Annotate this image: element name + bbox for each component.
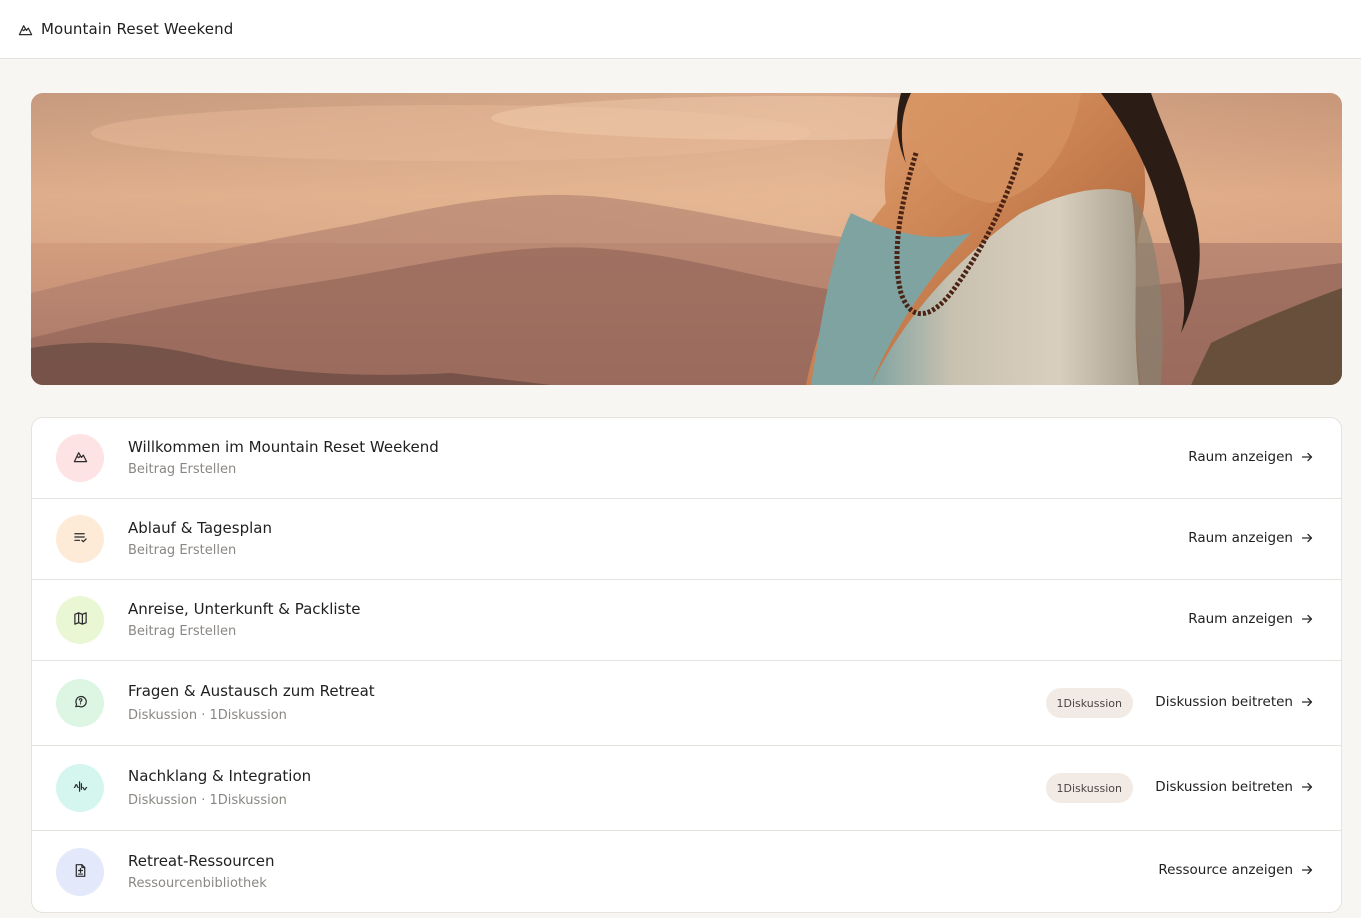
space-icon-circle (56, 848, 104, 896)
space-subtitle: Beitrag Erstellen (128, 624, 237, 639)
view-space-button[interactable]: Raum anzeigen (1188, 449, 1313, 465)
mountain-icon (73, 449, 88, 468)
arrow-right-icon (1301, 864, 1313, 876)
spaces-list: Willkommen im Mountain Reset Weekend Bei… (31, 417, 1342, 913)
space-text: Fragen & Austausch zum Retreat Diskussio… (128, 682, 375, 724)
view-resource-button[interactable]: Ressource anzeigen (1158, 862, 1313, 878)
space-title: Nachklang & Integration (128, 767, 312, 785)
space-row-ressourcen[interactable]: Retreat-Ressourcen Ressourcenbibliothek … (32, 831, 1341, 912)
discussion-count-badge: 1Diskussion (1045, 688, 1133, 718)
view-space-button[interactable]: Raum anzeigen (1188, 611, 1313, 627)
space-icon-circle (56, 679, 104, 727)
view-space-button[interactable]: Raum anzeigen (1188, 530, 1313, 546)
join-discussion-button[interactable]: Diskussion beitreten (1155, 694, 1313, 710)
space-text: Nachklang & Integration Diskussion · 1Di… (128, 767, 311, 809)
action-label: Raum anzeigen (1188, 449, 1293, 465)
action-label: Raum anzeigen (1188, 530, 1293, 546)
action-label: Raum anzeigen (1188, 611, 1293, 627)
arrow-right-icon (1301, 696, 1313, 708)
discussion-count-badge: 1Diskussion (1045, 773, 1133, 803)
space-text: Retreat-Ressourcen Ressourcenbibliothek (128, 852, 275, 892)
file-document-icon (73, 863, 88, 882)
space-title: Retreat-Ressourcen (128, 852, 275, 870)
mountain-icon (18, 22, 33, 37)
space-subtitle: Diskussion · 1Diskussion (128, 793, 287, 808)
space-subtitle: Ressourcenbibliothek (128, 876, 267, 891)
action-label: Diskussion beitreten (1155, 779, 1293, 795)
message-question-icon (73, 694, 88, 713)
action-label: Diskussion beitreten (1155, 694, 1293, 710)
join-discussion-button[interactable]: Diskussion beitreten (1155, 779, 1313, 795)
space-text: Anreise, Unterkunft & Packliste Beitrag … (128, 600, 360, 640)
space-icon-circle (56, 596, 104, 644)
space-title: Willkommen im Mountain Reset Weekend (128, 438, 439, 456)
arrow-right-icon (1301, 451, 1313, 463)
space-row-willkommen[interactable]: Willkommen im Mountain Reset Weekend Bei… (32, 418, 1341, 499)
space-title: Fragen & Austausch zum Retreat (128, 682, 375, 700)
space-text: Willkommen im Mountain Reset Weekend Bei… (128, 438, 439, 478)
arrow-right-icon (1301, 532, 1313, 544)
space-subtitle: Beitrag Erstellen (128, 543, 237, 558)
map-icon (73, 611, 88, 630)
app-title: Mountain Reset Weekend (41, 20, 234, 38)
space-title: Anreise, Unterkunft & Packliste (128, 600, 361, 618)
arrow-right-icon (1301, 613, 1313, 625)
list-check-icon (73, 530, 88, 549)
space-row-fragen[interactable]: Fragen & Austausch zum Retreat Diskussio… (32, 661, 1341, 746)
arrow-right-icon (1301, 781, 1313, 793)
space-subtitle: Beitrag Erstellen (128, 462, 237, 477)
space-icon-circle (56, 515, 104, 563)
hero-banner-image (31, 93, 1342, 385)
top-bar: Mountain Reset Weekend (0, 0, 1361, 59)
space-row-nachklang[interactable]: Nachklang & Integration Diskussion · 1Di… (32, 746, 1341, 831)
space-icon-circle (56, 764, 104, 812)
space-row-anreise[interactable]: Anreise, Unterkunft & Packliste Beitrag … (32, 580, 1341, 661)
space-icon-circle (56, 434, 104, 482)
space-subtitle: Diskussion · 1Diskussion (128, 708, 287, 723)
audio-wave-icon (73, 779, 88, 798)
space-row-ablauf[interactable]: Ablauf & Tagesplan Beitrag Erstellen Rau… (32, 499, 1341, 580)
space-title: Ablauf & Tagesplan (128, 519, 272, 537)
space-text: Ablauf & Tagesplan Beitrag Erstellen (128, 519, 272, 559)
action-label: Ressource anzeigen (1158, 862, 1293, 878)
